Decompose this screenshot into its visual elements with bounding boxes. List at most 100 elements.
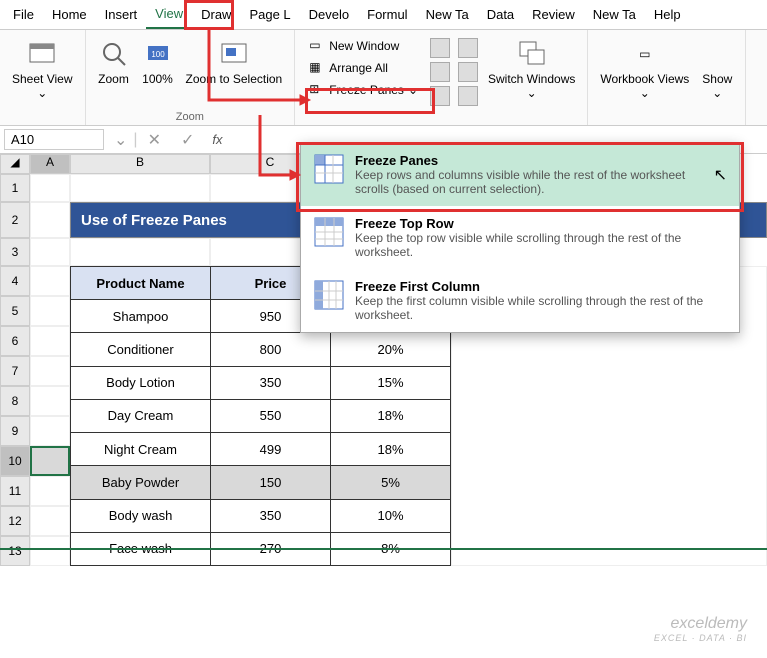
tab-home[interactable]: Home	[43, 1, 96, 28]
cell[interactable]: Shampoo	[71, 300, 211, 333]
fx-icon[interactable]: fx	[212, 132, 222, 147]
menu-item-desc: Keep the top row visible while scrolling…	[355, 231, 727, 259]
row-head[interactable]: 12	[0, 506, 30, 536]
workbook-views-icon: ▭	[629, 38, 661, 70]
svg-text:100: 100	[151, 50, 165, 59]
row-head[interactable]: 1	[0, 174, 30, 202]
switch-windows-label: Switch Windows	[488, 72, 575, 86]
sheet-view-icon	[26, 38, 58, 70]
cell[interactable]: Baby Powder	[71, 466, 211, 499]
cursor-icon: ↖	[714, 165, 727, 185]
chevron-down-icon: ⌄	[527, 86, 537, 100]
menu-item-desc: Keep the first column visible while scro…	[355, 294, 727, 322]
row-head[interactable]: 5	[0, 296, 30, 326]
zoom-group-label: Zoom	[176, 111, 204, 123]
zoom-100-label: 100%	[142, 72, 173, 86]
cell[interactable]: Night Cream	[71, 433, 211, 466]
watermark: exceldemy EXCEL · DATA · BI	[654, 615, 747, 643]
row-head[interactable]: 10	[0, 446, 30, 476]
freeze-panes-icon	[313, 153, 345, 185]
cell[interactable]: 20%	[331, 333, 451, 366]
workbook-views-button[interactable]: ▭ Workbook Views ⌄	[594, 34, 695, 104]
row-head[interactable]: 13	[0, 536, 30, 566]
row-head[interactable]: 9	[0, 416, 30, 446]
zoom-button[interactable]: Zoom	[92, 34, 136, 90]
cell[interactable]: Body Lotion	[71, 366, 211, 399]
cell[interactable]: 15%	[331, 366, 451, 399]
workbook-views-label: Workbook Views	[600, 72, 689, 86]
tab-view[interactable]: View	[146, 0, 192, 29]
show-button[interactable]: Show ⌄	[695, 34, 739, 104]
freeze-line	[0, 548, 767, 550]
chevron-down-icon: ⌄	[712, 86, 722, 100]
sheet-view-label: Sheet View	[12, 72, 73, 86]
zoom-selection-button[interactable]: Zoom to Selection	[180, 34, 289, 90]
name-box[interactable]	[4, 129, 104, 150]
cell[interactable]: 350	[211, 366, 331, 399]
tab-help[interactable]: Help	[645, 1, 690, 28]
ribbon-tabs: File Home Insert View Draw Page L Develo…	[0, 0, 767, 30]
new-window-button[interactable]: ▭New Window	[305, 36, 422, 56]
menu-freeze-top-row[interactable]: Freeze Top RowKeep the top row visible w…	[301, 206, 739, 269]
arrange-all-label: Arrange All	[329, 61, 388, 75]
chevron-down-icon: ⌄	[640, 86, 650, 100]
row-head[interactable]: 4	[0, 266, 30, 296]
cell[interactable]: Conditioner	[71, 333, 211, 366]
namebox-dropdown[interactable]: ⌄	[114, 130, 127, 150]
tab-developer[interactable]: Develo	[300, 1, 358, 28]
cell[interactable]: Body wash	[71, 499, 211, 532]
new-window-label: New Window	[329, 39, 399, 53]
window-icons-2	[454, 34, 482, 110]
cell[interactable]: Day Cream	[71, 399, 211, 432]
tab-data[interactable]: Data	[478, 1, 523, 28]
arrange-all-button[interactable]: ▦Arrange All	[305, 58, 422, 78]
row-head[interactable]: 7	[0, 356, 30, 386]
cell[interactable]: 18%	[331, 399, 451, 432]
tab-file[interactable]: File	[4, 1, 43, 28]
show-icon	[701, 38, 733, 70]
tab-review[interactable]: Review	[523, 1, 584, 28]
col-head-a[interactable]: A	[30, 154, 70, 174]
menu-freeze-panes[interactable]: Freeze PanesKeep rows and columns visibl…	[301, 143, 739, 206]
chevron-down-icon: ⌄	[408, 83, 418, 97]
cell[interactable]: 350	[211, 499, 331, 532]
show-label: Show	[702, 72, 732, 86]
cell[interactable]: 10%	[331, 499, 451, 532]
switch-windows-button[interactable]: Switch Windows ⌄	[482, 34, 581, 104]
col-head-b[interactable]: B	[70, 154, 210, 174]
menu-freeze-first-column[interactable]: Freeze First ColumnKeep the first column…	[301, 269, 739, 332]
chevron-down-icon: ⌄	[37, 86, 47, 100]
menu-item-desc: Keep rows and columns visible while the …	[355, 168, 704, 196]
sheet-view-button[interactable]: Sheet View ⌄	[6, 34, 79, 104]
freeze-panes-button[interactable]: ⊞ Freeze Panes ⌄	[305, 80, 422, 100]
zoom-100-button[interactable]: 100 100%	[136, 34, 180, 90]
row-head[interactable]: 6	[0, 326, 30, 356]
cell[interactable]: 800	[211, 333, 331, 366]
tab-insert[interactable]: Insert	[96, 1, 147, 28]
row-head[interactable]: 8	[0, 386, 30, 416]
row-head[interactable]: 11	[0, 476, 30, 506]
cell[interactable]: 550	[211, 399, 331, 432]
cell[interactable]: 150	[211, 466, 331, 499]
select-all[interactable]: ◢	[0, 154, 30, 174]
zoom-selection-icon	[218, 38, 250, 70]
row-head[interactable]: 2	[0, 202, 30, 238]
header-product[interactable]: Product Name	[71, 267, 211, 300]
freeze-panes-icon: ⊞	[309, 82, 325, 98]
row-head[interactable]: 3	[0, 238, 30, 266]
zoom-label: Zoom	[98, 72, 129, 86]
cell[interactable]: 18%	[331, 433, 451, 466]
freeze-top-row-icon	[313, 216, 345, 248]
cancel-icon[interactable]: ✕	[148, 130, 161, 150]
tab-newtab2[interactable]: New Ta	[584, 1, 645, 28]
tab-newtab1[interactable]: New Ta	[417, 1, 478, 28]
active-cell[interactable]	[30, 446, 70, 476]
cell[interactable]: 499	[211, 433, 331, 466]
tab-draw[interactable]: Draw	[192, 1, 240, 28]
tab-formulas[interactable]: Formul	[358, 1, 416, 28]
enter-icon[interactable]: ✓	[181, 130, 194, 150]
cell[interactable]: 5%	[331, 466, 451, 499]
freeze-panes-label: Freeze Panes	[329, 83, 404, 97]
tab-pagelayout[interactable]: Page L	[240, 1, 299, 28]
window-icons	[426, 34, 454, 110]
